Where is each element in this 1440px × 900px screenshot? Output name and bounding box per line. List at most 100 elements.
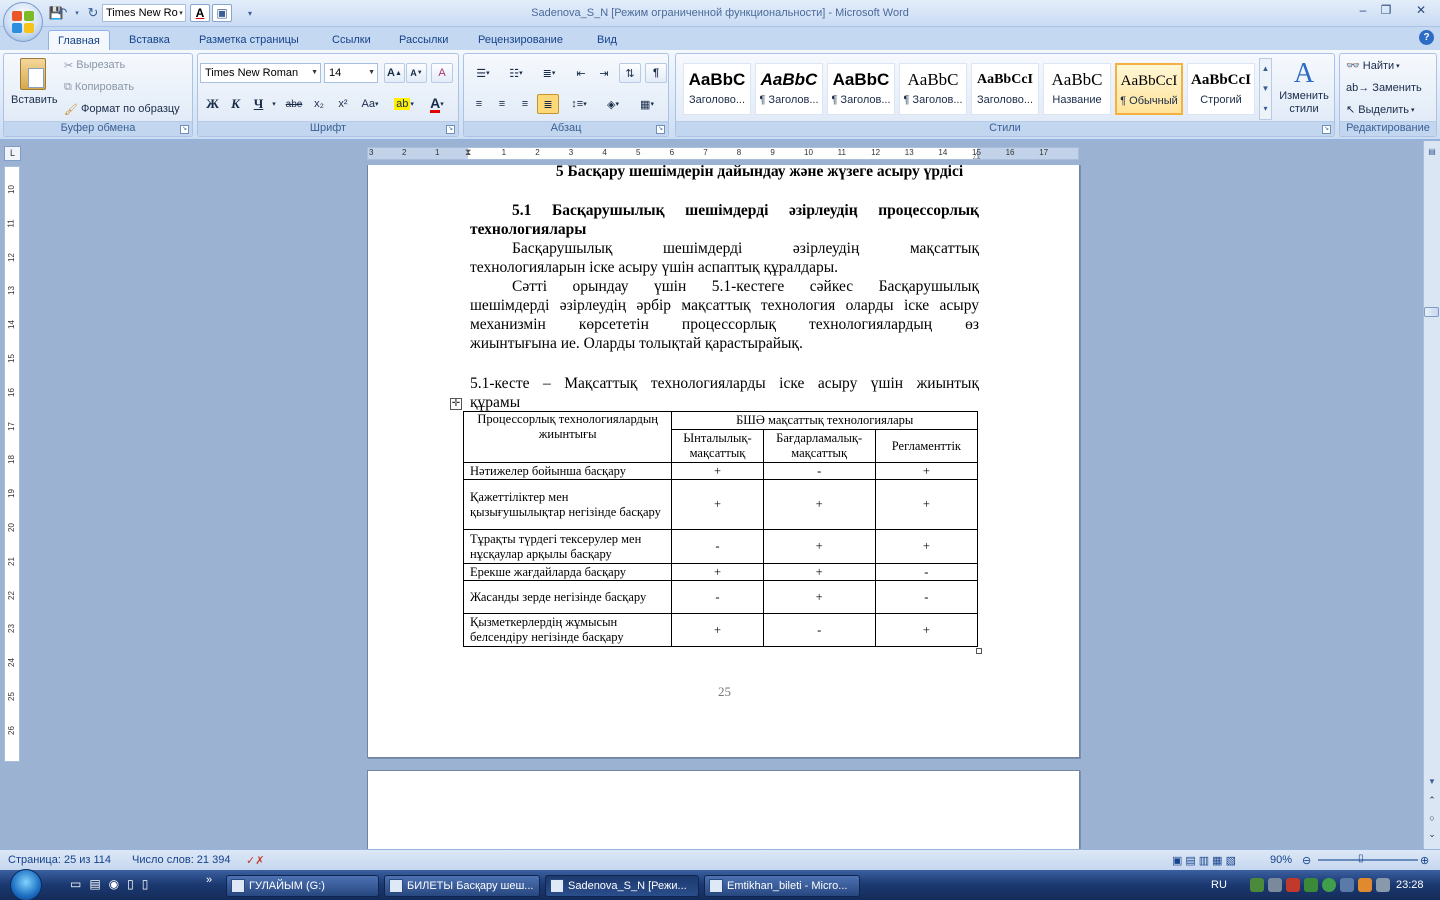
taskbar-item-emtikhan[interactable]: Emtikhan_bileti - Micro... [704, 875, 860, 897]
style-tile[interactable]: AaBbCcI ¶ Обычный [1115, 63, 1183, 115]
line-spacing-button[interactable]: ↕≡ ▾ [564, 94, 594, 114]
clear-formatting-button[interactable]: A [431, 63, 453, 83]
tab-home[interactable]: Главная [48, 30, 110, 50]
taskbar-item-drive[interactable]: ГУЛАЙЫМ (G:) [226, 875, 379, 897]
restore-button[interactable]: ❐ [1373, 3, 1399, 20]
zoom-slider[interactable] [1318, 859, 1418, 861]
change-styles-button[interactable]: A Изменить стили [1274, 58, 1334, 120]
borders-button[interactable]: ▦ ▾ [632, 94, 662, 114]
subscript-button[interactable]: x₂ [308, 94, 330, 114]
scroll-up-icon[interactable]: ▲ [1260, 59, 1271, 79]
taskbar-item-bilety[interactable]: БИЛЕТЫ Басқару шеш... [384, 875, 540, 897]
quick-launch-more-icon[interactable]: » [206, 874, 212, 886]
align-right-icon[interactable]: ≡ [514, 94, 536, 114]
font-name-combo[interactable]: Times New Roman ▼ [200, 63, 321, 83]
paragraph-launcher-icon[interactable]: ↘ [656, 125, 665, 134]
style-tile[interactable]: AaBbC ¶ Заголов... [827, 63, 895, 115]
underline-dropdown-icon[interactable]: ▾ [270, 94, 278, 114]
scroll-down-icon[interactable]: ▼ [1260, 79, 1271, 99]
gallery-scroll[interactable]: ▲ ▼ ▾ [1259, 58, 1272, 120]
vertical-scrollbar[interactable]: ▤ ▼ ⌃ ○ ⌄ [1423, 141, 1440, 849]
table-move-handle-icon[interactable]: ✛ [450, 398, 462, 410]
justify-icon[interactable]: ≣ [537, 94, 559, 114]
style-tile[interactable]: AaBbC Название [1043, 63, 1111, 115]
find-button[interactable]: 👓 Найти ▾ [1346, 56, 1400, 75]
ruler-toggle-icon[interactable]: ▤ [1424, 147, 1440, 163]
start-button[interactable] [2, 869, 50, 900]
superscript-button[interactable]: x² [332, 94, 354, 114]
cut-button[interactable]: ✂ Вырезать [64, 56, 125, 74]
zoom-thumb-icon[interactable]: ▯ [1358, 853, 1364, 864]
strikethrough-button[interactable]: abe [282, 94, 306, 114]
view-buttons-icon[interactable]: ▣▤▥▦▧ [1172, 854, 1239, 867]
bullets-button[interactable]: ☰ ▾ [468, 63, 498, 83]
font-launcher-icon[interactable]: ↘ [446, 125, 455, 134]
zoom-out-icon[interactable]: ⊖ [1302, 854, 1311, 867]
highlight-button[interactable]: ab ▾ [390, 94, 418, 114]
page-25[interactable]: 5 Басқару шешімдерін дайындау және жүзег… [367, 165, 1080, 758]
copy-button[interactable]: ⧉ Копировать [64, 78, 134, 96]
grow-font-button[interactable]: A ▲ [384, 63, 405, 83]
font-color-button[interactable]: A ▾ [422, 94, 452, 114]
style-tile[interactable]: AaBbC ¶ Заголов... [755, 63, 823, 115]
indent-marker-icon[interactable]: ⧗ [465, 148, 471, 158]
tray-volume-icon[interactable] [1376, 878, 1390, 892]
tab-insert[interactable]: Вставка [120, 30, 179, 50]
clipboard-launcher-icon[interactable]: ↘ [180, 125, 189, 134]
shrink-font-button[interactable]: A ▼ [406, 63, 427, 83]
taskbar-item-sadenova[interactable]: Sadenova_S_N [Режи... [545, 875, 699, 897]
increase-indent-icon[interactable]: ⇥ [593, 63, 615, 83]
font-size-combo[interactable]: 14 ▼ [324, 63, 378, 83]
vertical-ruler[interactable]: 10 11 12 13 14 15 16 17 18 19 20 21 22 23 24 25 26 [4, 166, 20, 762]
help-icon[interactable]: ? [1419, 30, 1434, 45]
underline-button[interactable]: Ч [248, 94, 269, 114]
page-count[interactable]: Страница: 25 из 114 [8, 854, 111, 866]
styles-launcher-icon[interactable]: ↘ [1322, 125, 1331, 134]
tray-device-icon[interactable] [1268, 878, 1282, 892]
proofing-icon[interactable]: ✓✗ [246, 854, 264, 867]
bold-button[interactable]: Ж [202, 94, 223, 114]
language-indicator[interactable]: RU [1211, 879, 1227, 891]
shading-button[interactable]: ◈ ▾ [598, 94, 628, 114]
zoom-in-icon[interactable]: ⊕ [1420, 854, 1429, 867]
tray-antivirus-icon[interactable] [1286, 878, 1300, 892]
sort-icon[interactable]: ⇅ [619, 63, 641, 83]
document-area[interactable]: 5 Басқару шешімдерін дайындау және жүзег… [24, 165, 1423, 849]
style-tile[interactable]: AaBbC Заголово... [683, 63, 751, 115]
word-count[interactable]: Число слов: 21 394 [132, 854, 230, 866]
tab-mailings[interactable]: Рассылки [390, 30, 457, 50]
style-tile[interactable]: AaBbC ¶ Заголов... [899, 63, 967, 115]
page-26[interactable] [367, 770, 1080, 849]
right-indent-icon[interactable]: △ [973, 150, 980, 159]
change-case-button[interactable]: Aa ▾ [356, 94, 384, 114]
clock[interactable]: 23:28 [1396, 879, 1424, 891]
tab-references[interactable]: Ссылки [323, 30, 380, 50]
table-resize-handle[interactable] [976, 648, 982, 654]
tab-review[interactable]: Рецензирование [469, 30, 572, 50]
numbering-button[interactable]: ☷ ▾ [501, 63, 531, 83]
tray-update-icon[interactable] [1322, 878, 1336, 892]
quick-launch-icons[interactable]: ▭▤◉▯▯ [70, 877, 156, 891]
align-center-icon[interactable]: ≡ [491, 94, 513, 114]
italic-button[interactable]: К [225, 94, 246, 114]
prev-page-icon[interactable]: ⌃ [1424, 795, 1440, 806]
align-left-icon[interactable]: ≡ [468, 94, 490, 114]
style-tile[interactable]: AaBbCcI Строгий [1187, 63, 1255, 115]
browse-object-icon[interactable]: ○ [1424, 813, 1440, 823]
tab-page-layout[interactable]: Разметка страницы [190, 30, 308, 50]
zoom-level[interactable]: 90% [1270, 854, 1292, 866]
tray-app-icon[interactable] [1358, 878, 1372, 892]
tray-nvidia-icon[interactable] [1304, 878, 1318, 892]
tray-monitor-icon[interactable] [1340, 878, 1354, 892]
replace-button[interactable]: ab→ Заменить [1346, 78, 1422, 97]
style-tile[interactable]: AaBbCcI Заголово... [971, 63, 1039, 115]
paste-button[interactable]: Вставить [11, 58, 58, 118]
format-painter-button[interactable]: 🖌 Формат по образцу [64, 100, 180, 118]
tab-selector-icon[interactable]: L [4, 146, 21, 161]
multilevel-list-button[interactable]: ≣ ▾ [534, 63, 564, 83]
scroll-thumb[interactable] [1424, 307, 1439, 317]
decrease-indent-icon[interactable]: ⇤ [570, 63, 592, 83]
more-styles-icon[interactable]: ▾ [1260, 99, 1271, 119]
select-button[interactable]: ↖ Выделить ▾ [1346, 100, 1415, 119]
tab-view[interactable]: Вид [588, 30, 626, 50]
